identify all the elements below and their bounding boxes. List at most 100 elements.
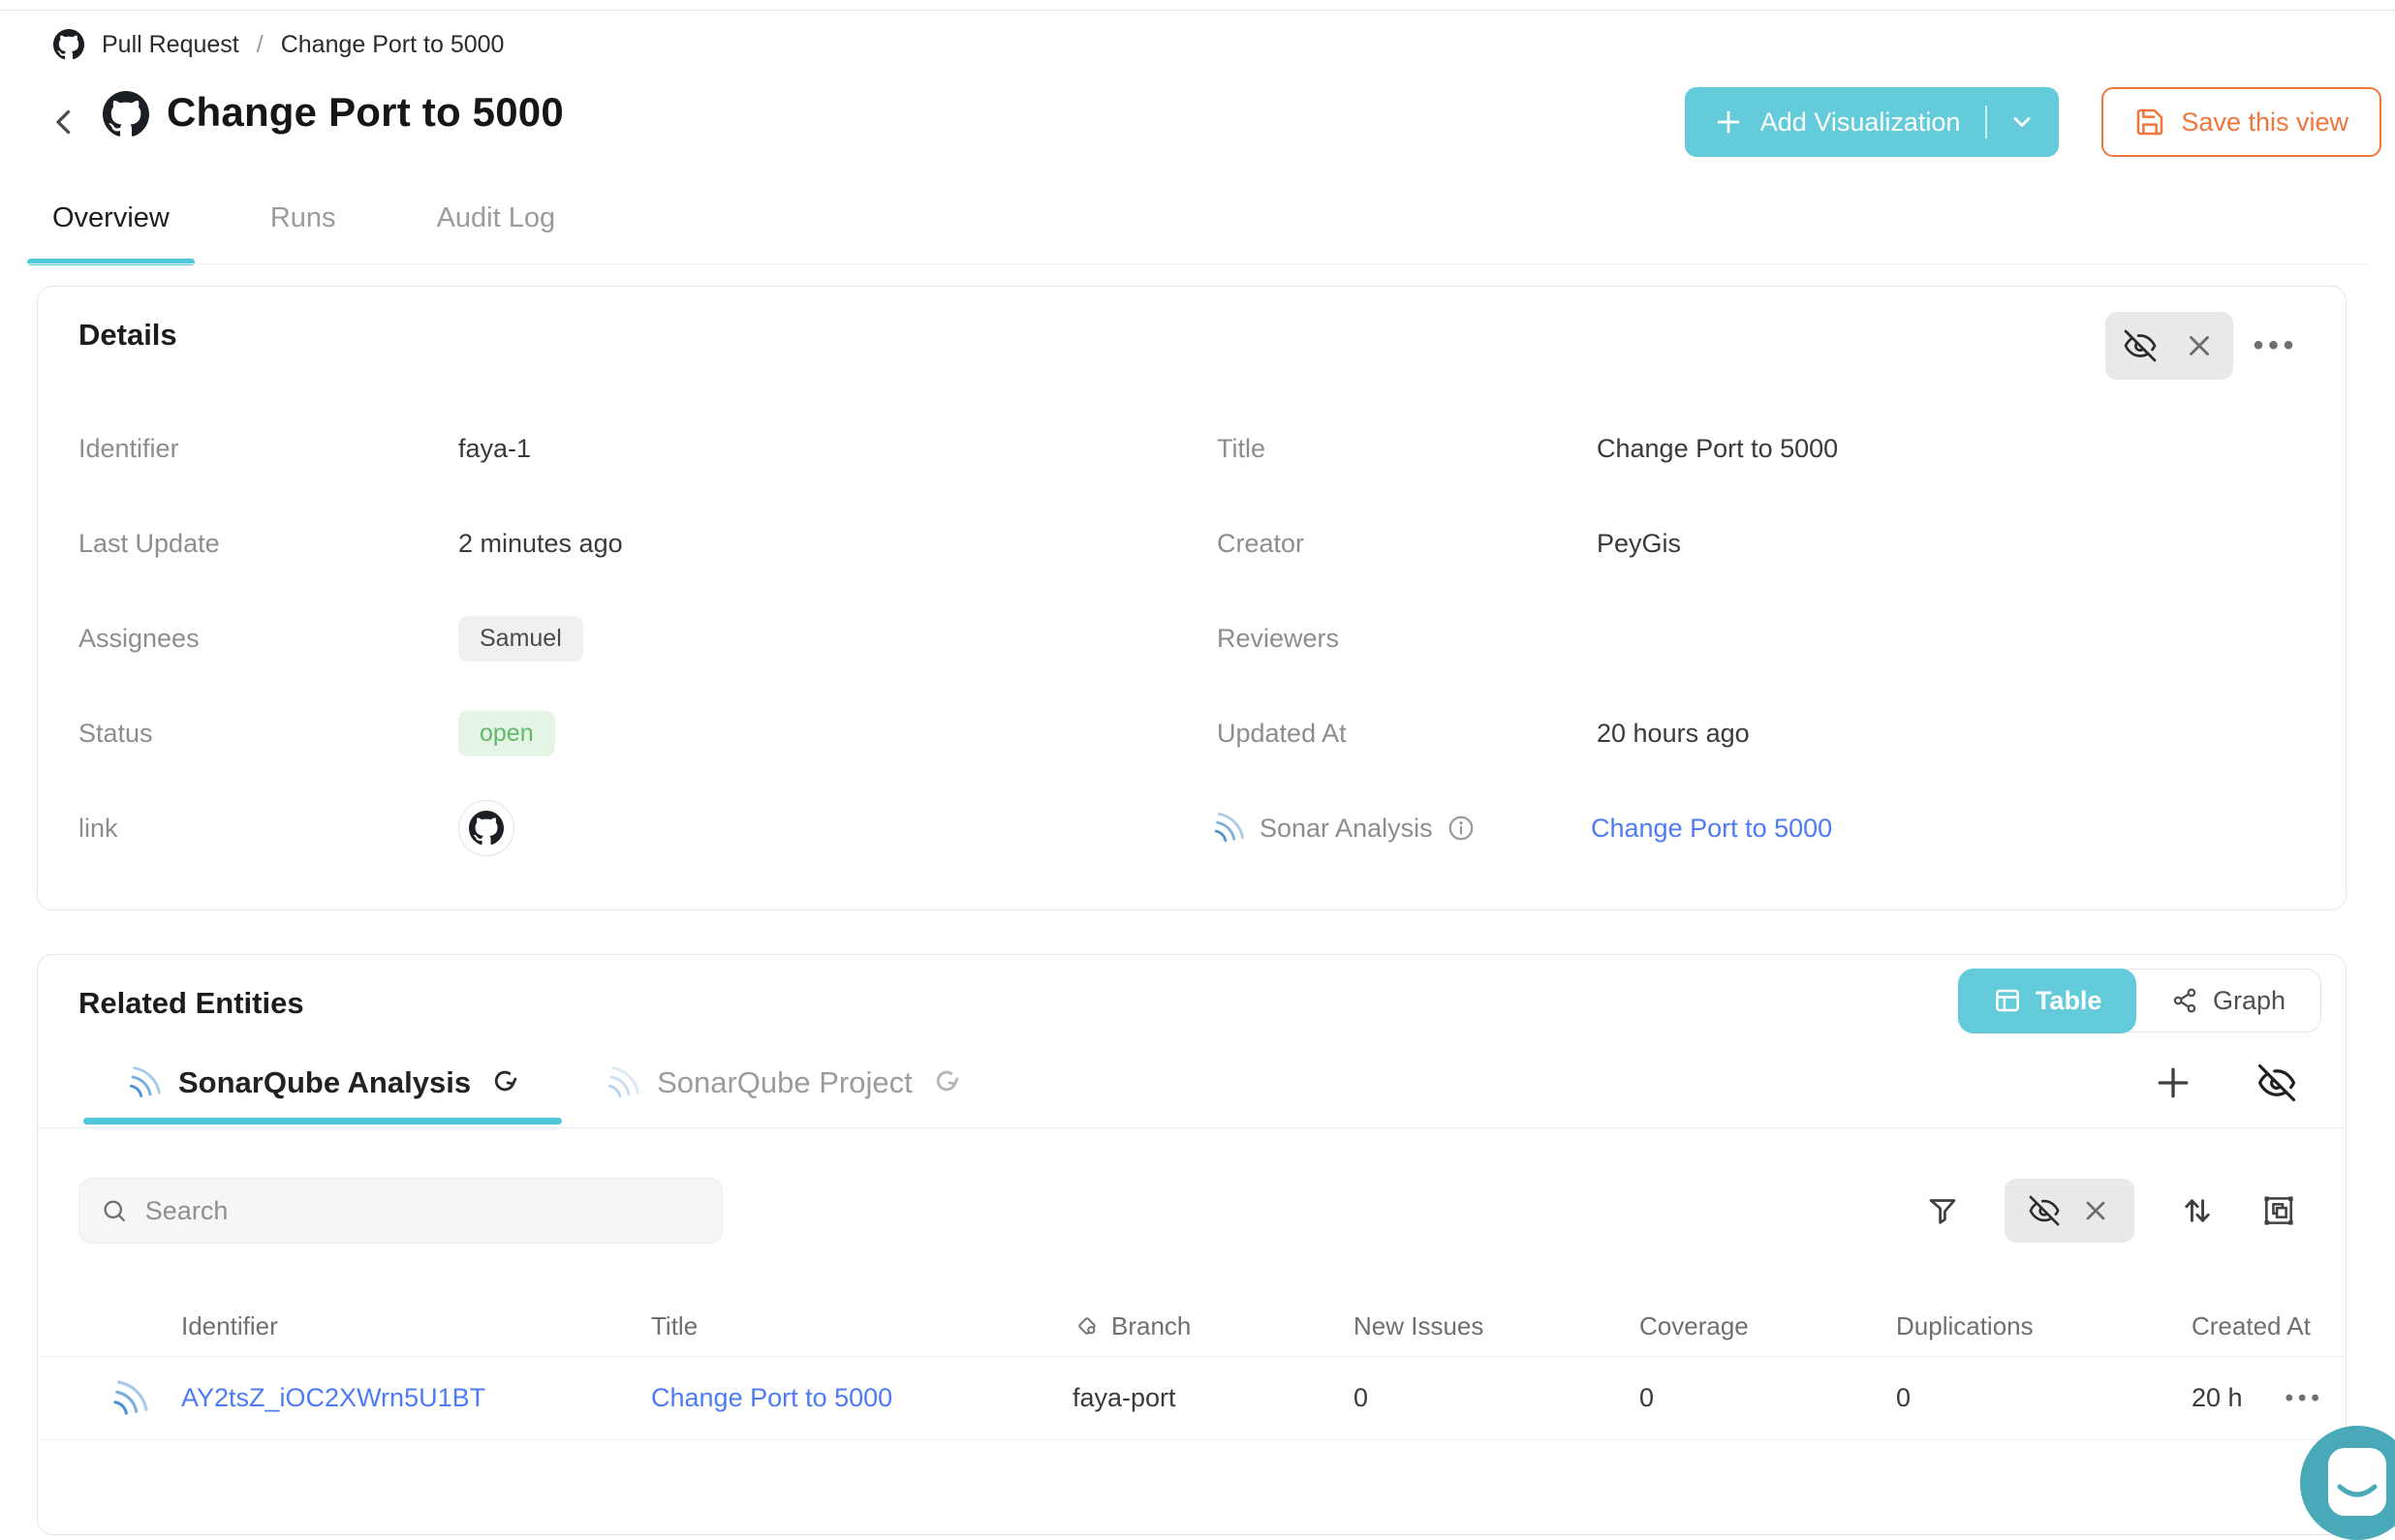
field-value: PeyGis [1597,529,1681,559]
blueprint-icon [1073,1311,1102,1340]
tab-runs[interactable]: Runs [245,190,361,246]
field-label: Assignees [78,624,458,654]
row-identifier-link[interactable]: AY2tsZ_iOC2XWrn5U1BT [181,1383,485,1412]
field-label: Identifier [78,434,458,464]
status-badge: open [458,711,555,756]
eye-off-icon[interactable] [2123,328,2158,363]
sonar-analysis-link[interactable]: Change Port to 5000 [1591,814,1832,844]
sort-icon[interactable] [2179,1192,2216,1229]
field-creator: Creator PeyGis [1217,496,2297,591]
table-header-row: Identifier Title Branch New Issues Cover… [39,1296,2345,1356]
github-icon [53,29,84,60]
close-icon[interactable] [2080,1195,2111,1226]
column-coverage[interactable]: Coverage [1639,1311,1896,1341]
details-fields-left: Identifier faya-1 Last Update 2 minutes … [78,401,1217,876]
view-toggle: Table Graph [1958,969,2321,1032]
details-card: Details ••• Identifier faya-1 Last Updat… [37,286,2347,910]
field-label: Sonar Analysis [1260,814,1433,844]
field-identifier: Identifier faya-1 [78,401,1217,496]
field-value: faya-1 [458,434,531,464]
field-reviewers: Reviewers [1217,591,2297,686]
github-link-button[interactable] [458,800,514,856]
table-icon [1993,986,2022,1015]
page-tabs: Overview Runs Audit Log [27,190,631,246]
field-value: 20 hours ago [1597,719,1750,749]
plus-icon [1714,108,1743,137]
group-by-icon[interactable] [2260,1192,2297,1229]
filter-icon[interactable] [1925,1193,1960,1228]
info-icon[interactable] [1446,814,1476,843]
row-created-at: 20 h [2192,1383,2243,1413]
search-input[interactable] [145,1196,700,1226]
search-icon [101,1196,128,1225]
row-new-issues: 0 [1353,1383,1639,1413]
row-duplications: 0 [1896,1383,2192,1413]
add-visualization-label: Add Visualization [1760,108,1961,138]
related-entities-title: Related Entities [78,986,304,1021]
field-label: Title [1217,434,1597,464]
tab-audit-log[interactable]: Audit Log [412,190,581,246]
column-new-issues[interactable]: New Issues [1353,1311,1639,1341]
column-created-at[interactable]: Created At [2192,1311,2345,1341]
entity-tab-sonarqube-analysis[interactable]: SonarQube Analysis [83,1048,562,1118]
column-branch-label: Branch [1111,1311,1191,1341]
eye-off-icon[interactable] [2028,1194,2061,1227]
entity-tabs-divider [38,1127,2346,1128]
view-toggle-graph[interactable]: Graph [2135,970,2320,1032]
row-menu-button[interactable]: ••• [2286,1385,2324,1412]
assignee-chip: Samuel [458,616,583,662]
column-title[interactable]: Title [651,1311,1073,1341]
relation-arrow-icon [928,1066,961,1099]
close-icon[interactable] [2183,329,2216,362]
chevron-down-icon [2008,108,2036,136]
entity-tab-label: SonarQube Project [657,1065,913,1100]
tab-overview[interactable]: Overview [27,190,195,246]
details-fields-right: Title Change Port to 5000 Creator PeyGis… [1217,401,2297,876]
details-visibility-pill [2105,312,2233,380]
breadcrumb-root[interactable]: Pull Request [102,31,239,59]
chevron-left-icon [47,105,81,139]
field-value: 2 minutes ago [458,529,623,559]
tabs-divider [27,263,2368,264]
details-title: Details [78,318,177,353]
details-menu-button[interactable]: ••• [2245,312,2307,380]
search-box[interactable] [78,1178,723,1244]
row-branch: faya-port [1073,1383,1353,1413]
field-label: Reviewers [1217,624,1597,654]
field-label: Creator [1217,529,1597,559]
add-visualization-dropdown[interactable] [2008,108,2036,136]
chat-smiley-icon [2328,1448,2386,1516]
field-label: Status [78,719,458,749]
save-icon [2134,107,2165,138]
back-button[interactable] [43,101,85,143]
sonarqube-icon [1211,811,1246,846]
eye-off-icon[interactable] [2256,1063,2297,1103]
top-border-line [0,10,2395,11]
entity-tab-sonarqube-project[interactable]: SonarQube Project [562,1048,1004,1118]
entity-tab-label: SonarQube Analysis [178,1065,471,1100]
column-duplications[interactable]: Duplications [1896,1311,2192,1341]
field-sonar-analysis: Sonar Analysis Change Port to 5000 [1217,781,2297,876]
table-divider [39,1439,2345,1440]
row-title-link[interactable]: Change Port to 5000 [651,1383,892,1412]
add-related-entity-button[interactable] [2152,1062,2194,1104]
save-view-label: Save this view [2181,108,2348,138]
sonarqube-icon [78,1378,181,1419]
view-toggle-table[interactable]: Table [1958,969,2137,1033]
table-row: AY2tsZ_iOC2XWrn5U1BT Change Port to 5000… [39,1357,2345,1439]
field-status: Status open [78,686,1217,781]
table-toolbar [78,1178,2297,1244]
plus-icon [2152,1062,2194,1104]
field-value: Change Port to 5000 [1597,434,1838,464]
column-branch[interactable]: Branch [1073,1311,1353,1341]
view-toggle-graph-label: Graph [2213,986,2286,1016]
add-visualization-button[interactable]: Add Visualization [1685,87,2060,157]
column-identifier[interactable]: Identifier [181,1311,651,1341]
save-view-button[interactable]: Save this view [2101,87,2381,157]
breadcrumb-current: Change Port to 5000 [281,31,505,59]
relation-arrow-icon [486,1066,519,1099]
field-label: link [78,814,458,844]
field-last-update: Last Update 2 minutes ago [78,496,1217,591]
table-visibility-pill [2005,1179,2134,1243]
field-updated-at: Updated At 20 hours ago [1217,686,2297,781]
